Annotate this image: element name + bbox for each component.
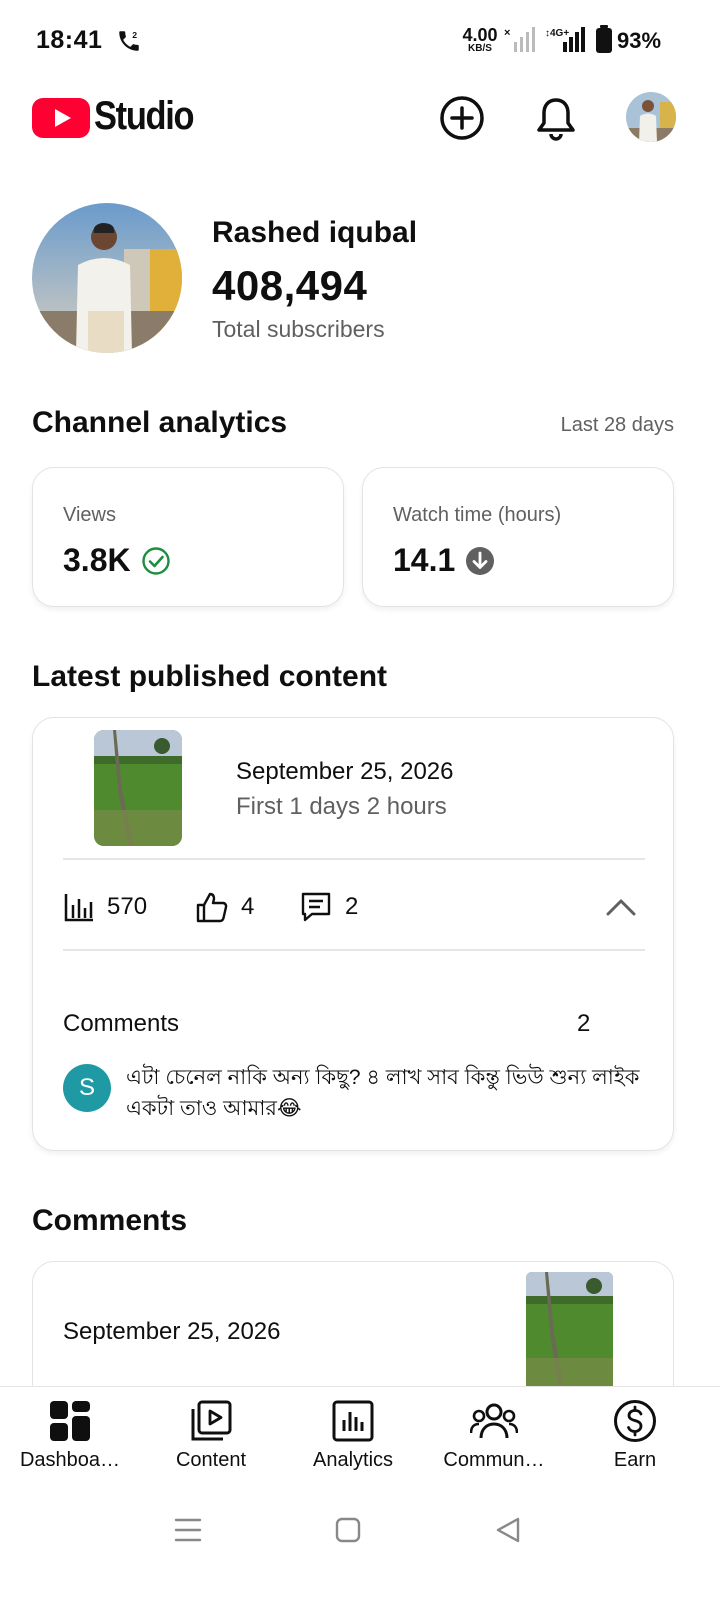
divider — [63, 949, 645, 951]
app-header: Studio — [0, 84, 720, 152]
views-count: 570 — [107, 893, 148, 920]
nav-earn[interactable]: Earn — [565, 1397, 705, 1487]
earn-icon — [611, 1397, 659, 1445]
menu-lines-icon — [174, 1518, 202, 1542]
profile-photo-icon — [626, 92, 676, 142]
views-stat: 570 — [63, 890, 147, 924]
back-button[interactable] — [488, 1510, 528, 1550]
nav-label: Earn — [613, 1449, 657, 1471]
comment-text[interactable]: এটা চেনেল নাকি অন্য কিছু? ৪ লাখ সাব কিন্… — [126, 1062, 646, 1124]
nav-community[interactable]: Commun… — [424, 1397, 564, 1487]
chevron-up-icon — [606, 899, 636, 916]
nav-analytics[interactable]: Analytics — [283, 1397, 423, 1487]
nav-dashboard[interactable]: Dashboa… — [0, 1397, 140, 1487]
subscriber-count: 408,494 — [212, 262, 368, 309]
comments-stat-count: 2 — [345, 893, 359, 920]
network-speed: 4.00 KB/S — [462, 25, 498, 54]
publish-period: First 1 days 2 hours — [236, 793, 447, 820]
thumbs-up-icon — [196, 892, 228, 923]
app-title: Studio — [94, 94, 195, 138]
bar-chart-icon — [64, 894, 93, 922]
svg-text:×: × — [504, 27, 510, 39]
system-nav-bar — [0, 1488, 720, 1600]
channel-avatar[interactable] — [32, 203, 182, 353]
bottom-nav: Dashboa… Content Analytics Commun… Earn — [0, 1386, 720, 1488]
nav-label: Commun… — [443, 1449, 545, 1471]
latest-content-heading: Latest published content — [32, 660, 388, 693]
video-thumbnail-image-icon — [526, 1272, 613, 1402]
signal-sim1-icon: × — [504, 27, 535, 52]
metric-label: Views — [63, 504, 116, 526]
analytics-period: Last 28 days — [560, 414, 674, 436]
channel-photo-icon — [32, 203, 182, 353]
triangle-back-icon — [496, 1517, 520, 1543]
metric-label: Watch time (hours) — [393, 504, 562, 526]
svg-text:↕4G+: ↕4G+ — [545, 28, 569, 39]
account-avatar[interactable] — [626, 92, 676, 142]
dashboard-icon — [46, 1397, 94, 1445]
divider — [63, 858, 645, 860]
comments-count: 2 — [577, 1010, 591, 1037]
recent-apps-button[interactable] — [168, 1510, 208, 1550]
check-circle-icon — [141, 546, 170, 575]
subscriber-label: Total subscribers — [212, 316, 385, 342]
nav-label: Dashboa… — [19, 1449, 121, 1471]
publish-date: September 25, 2026 — [236, 758, 454, 785]
comment-date: September 25, 2026 — [63, 1318, 281, 1345]
status-time: 18:41 — [36, 26, 103, 54]
metric-value-row: 3.8K — [63, 542, 171, 579]
metric-value: 3.8K — [63, 542, 131, 578]
channel-name: Rashed iqubal — [212, 216, 418, 249]
svg-text:2: 2 — [132, 30, 137, 40]
create-button[interactable] — [438, 94, 486, 142]
add-circle-icon — [440, 96, 484, 140]
comment-video-thumbnail[interactable] — [526, 1272, 613, 1402]
video-thumbnail-image-icon — [94, 730, 182, 846]
community-icon — [470, 1397, 518, 1445]
comment-icon — [301, 892, 331, 922]
comments-label: Comments — [63, 1010, 180, 1037]
nav-label: Content — [175, 1449, 247, 1471]
nav-content[interactable]: Content — [141, 1397, 281, 1487]
comments-heading: Comments — [32, 1204, 188, 1237]
comments-stat: 2 — [299, 890, 358, 924]
content-icon — [187, 1397, 235, 1445]
analytics-heading: Channel analytics — [32, 406, 288, 439]
analytics-icon — [329, 1397, 377, 1445]
battery-icon — [596, 25, 612, 53]
views-card[interactable]: Views 3.8K — [32, 467, 344, 607]
arrow-down-circle-icon — [466, 546, 495, 575]
home-button[interactable] — [328, 1510, 368, 1550]
nav-label: Analytics — [312, 1449, 394, 1471]
youtube-logo-icon — [32, 98, 90, 138]
collapse-button[interactable] — [601, 890, 641, 924]
wifi-call-icon: 2 — [119, 30, 139, 51]
square-home-icon — [335, 1517, 361, 1543]
video-thumbnail[interactable] — [94, 730, 182, 846]
notifications-button[interactable] — [532, 94, 580, 142]
status-bar: 18:41 2 4.00 KB/S × ↕4G+ 93% — [0, 0, 720, 80]
likes-count: 4 — [241, 893, 255, 920]
bell-icon — [537, 98, 575, 141]
battery-percent: 93% — [617, 28, 662, 53]
signal-4g-icon: ↕4G+ — [545, 27, 585, 52]
metric-value-row: 14.1 — [393, 542, 495, 579]
metric-value: 14.1 — [393, 542, 456, 578]
commenter-avatar[interactable]: S — [63, 1064, 111, 1112]
likes-stat: 4 — [195, 890, 254, 924]
latest-content-card: September 25, 2026 First 1 days 2 hours … — [32, 717, 674, 1151]
watch-time-card[interactable]: Watch time (hours) 14.1 — [362, 467, 674, 607]
